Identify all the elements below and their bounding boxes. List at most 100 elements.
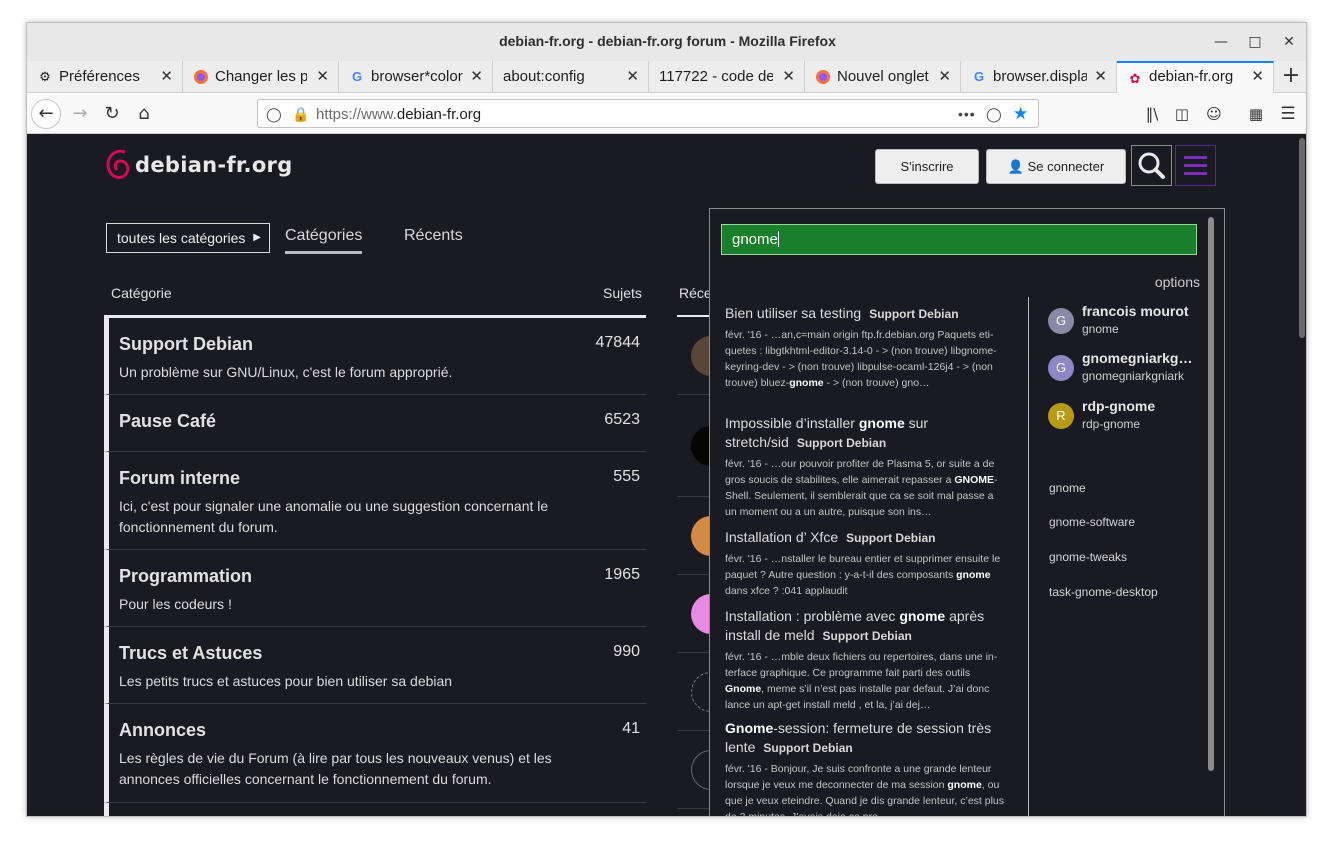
close-tab-icon[interactable]: ✕ — [1251, 67, 1264, 85]
close-tab-icon[interactable]: ✕ — [160, 67, 173, 85]
pocket-icon[interactable]: ◯ — [986, 104, 1002, 124]
tab-bug-117722[interactable]: 117722 - code de c ✕ — [649, 61, 805, 93]
category-name[interactable]: Programmation — [119, 566, 252, 587]
category-name[interactable]: Trucs et Astuces — [119, 643, 262, 664]
tab-about-config[interactable]: about:config ✕ — [493, 61, 649, 93]
result-category[interactable]: Support Debian — [846, 531, 935, 545]
firefox-icon — [193, 69, 209, 85]
tab-nouvel-onglet[interactable]: Nouvel onglet ✕ — [805, 61, 961, 93]
result-blurb-text: , meme s’il n’est pas installe par defau… — [725, 683, 990, 711]
forward-button[interactable]: → — [65, 99, 95, 129]
result-title[interactable]: Impossible d’installer gnome sur stretch… — [725, 414, 1007, 453]
tab-label: 117722 - code de c — [659, 68, 773, 85]
result-title[interactable]: Installation : problème avec gnome après… — [725, 607, 1007, 646]
close-tab-icon[interactable]: ✕ — [470, 67, 483, 85]
category-row[interactable]: Annonces Les règles de vie du Forum (à l… — [104, 704, 646, 803]
tab-browser-color[interactable]: G browser*color ✕ — [339, 61, 493, 93]
shield-icon[interactable]: ◯ — [266, 104, 282, 124]
signup-button[interactable]: S'inscrire — [875, 149, 979, 184]
page-actions-icon[interactable]: ••• — [958, 104, 976, 124]
close-tab-icon[interactable]: ✕ — [316, 67, 329, 85]
new-tab-button[interactable]: + — [1274, 61, 1306, 93]
result-title[interactable]: Bien utiliser sa testing Support Debian — [725, 304, 1007, 324]
result-blurb-highlight: gnome — [947, 779, 982, 791]
site-logo-text[interactable]: debian-fr.org — [135, 153, 293, 177]
tab-label: about:config — [503, 68, 585, 85]
search-options-link[interactable]: options — [1155, 274, 1200, 290]
search-result[interactable]: Gnome-session: fermeture de session très… — [725, 719, 1007, 816]
url-bar[interactable]: ◯ 🔒 https://www.debian-fr.org ••• ◯ ★ — [257, 99, 1039, 128]
result-category[interactable]: Support Debian — [869, 307, 958, 321]
extensions-icon[interactable]: ▦ — [1241, 99, 1271, 129]
debian-swirl-icon[interactable] — [105, 146, 135, 186]
category-row[interactable]: Programmation Pour les codeurs ! 1965 — [104, 550, 646, 627]
category-name[interactable]: Annonces — [119, 720, 206, 741]
result-category[interactable]: Support Debian — [797, 436, 886, 450]
search-query-text: gnome — [732, 231, 778, 248]
tag-suggestion[interactable]: gnome-software — [1049, 515, 1135, 529]
minimize-icon[interactable]: — — [1211, 32, 1231, 52]
lock-icon[interactable]: 🔒 — [292, 104, 309, 124]
close-tab-icon[interactable]: ✕ — [626, 67, 639, 85]
bookmark-star-icon[interactable]: ★ — [1013, 104, 1028, 124]
result-category[interactable]: Support Debian — [763, 741, 852, 755]
home-button[interactable]: ⌂ — [129, 99, 159, 129]
tab-changer-les-po[interactable]: Changer les po ✕ — [183, 61, 339, 93]
reload-button[interactable]: ↻ — [97, 99, 127, 129]
result-category[interactable]: Support Debian — [823, 629, 912, 643]
tab-categories[interactable]: Catégories — [285, 227, 363, 254]
panel-divider — [1028, 297, 1029, 816]
user-result[interactable]: G francois mourot gnome — [1048, 303, 1208, 343]
result-blurb-text: - …mble deux fichiers ou repertoires, da… — [725, 651, 998, 679]
tab-browser-display[interactable]: G browser.displa ✕ — [961, 61, 1117, 93]
close-tab-icon[interactable]: ✕ — [782, 67, 795, 85]
category-row[interactable]: Trucs et Astuces Les petits trucs et ast… — [104, 627, 646, 704]
close-tab-icon[interactable]: ✕ — [1094, 67, 1107, 85]
page-scrollbar[interactable] — [1296, 134, 1306, 816]
tag-suggestion[interactable]: gnome — [1049, 481, 1086, 495]
close-window-icon[interactable]: ✕ — [1279, 32, 1299, 52]
url-prefix: https://www. — [316, 106, 397, 123]
category-name[interactable]: Support Debian — [119, 334, 253, 355]
tag-suggestion[interactable]: task-gnome-desktop — [1049, 585, 1158, 599]
hamburger-menu-icon[interactable]: ☰ — [1273, 99, 1303, 129]
close-tab-icon[interactable]: ✕ — [938, 67, 951, 85]
search-button[interactable] — [1131, 145, 1172, 186]
tab-recent[interactable]: Récents — [404, 227, 463, 245]
user-result[interactable]: R rdp-gnome rdp-gnome — [1048, 398, 1208, 438]
result-blurb: févr. '16 - …our pouvoir profiter de Pla… — [725, 456, 1007, 520]
search-input[interactable]: gnome — [721, 224, 1197, 255]
login-button[interactable]: 👤 Se connecter — [986, 149, 1126, 184]
search-result[interactable]: Bien utiliser sa testing Support Debian f… — [725, 304, 1007, 391]
user-handle: rdp-gnome — [1082, 417, 1141, 431]
category-name[interactable]: Pause Café — [119, 411, 216, 432]
sidebar-icon[interactable]: ◫ — [1167, 99, 1197, 129]
category-row[interactable]: Pause Café 6523 — [104, 395, 646, 452]
user-name: gnomegniarkg… — [1082, 350, 1193, 366]
category-row[interactable]: Forum interne Ici, c'est pour signaler u… — [104, 452, 646, 550]
account-icon[interactable]: ☺ — [1199, 99, 1229, 129]
url-text[interactable]: https://www.debian-fr.org — [316, 106, 481, 123]
category-row[interactable] — [104, 803, 646, 816]
category-name[interactable]: Forum interne — [119, 468, 240, 489]
result-title[interactable]: Gnome-session: fermeture de session très… — [725, 719, 1007, 758]
user-result[interactable]: G gnomegniarkg… gnomegniarkgniark — [1048, 350, 1208, 390]
back-button[interactable]: ← — [31, 99, 61, 129]
site-menu-button[interactable] — [1175, 145, 1216, 186]
tag-suggestion[interactable]: gnome-tweaks — [1049, 550, 1127, 564]
result-title-text: Installation : problème avec — [725, 608, 900, 624]
search-result[interactable]: Impossible d’installer gnome sur stretch… — [725, 414, 1007, 520]
panel-scrollbar[interactable] — [1208, 217, 1214, 771]
category-row[interactable]: Support Debian Un problème sur GNU/Linux… — [104, 318, 646, 395]
result-title[interactable]: Installation d’ Xfce Support Debian — [725, 528, 1007, 548]
maximize-icon[interactable]: □ — [1245, 32, 1265, 52]
user-name: francois mourot — [1082, 303, 1189, 319]
search-result[interactable]: Installation : problème avec gnome après… — [725, 607, 1007, 713]
category-dropdown[interactable]: toutes les catégories ▶ — [106, 223, 270, 253]
tab-debian-fr[interactable]: ✿ debian-fr.org ✕ — [1117, 61, 1274, 93]
search-result[interactable]: Installation d’ Xfce Support Debian févr.… — [725, 528, 1007, 599]
tab-preferences[interactable]: ⚙ Préférences ✕ — [27, 61, 183, 93]
result-blurb-highlight: gnome — [789, 377, 824, 389]
scrollbar-thumb[interactable] — [1299, 138, 1305, 338]
library-icon[interactable]: ‖\ — [1137, 99, 1167, 129]
